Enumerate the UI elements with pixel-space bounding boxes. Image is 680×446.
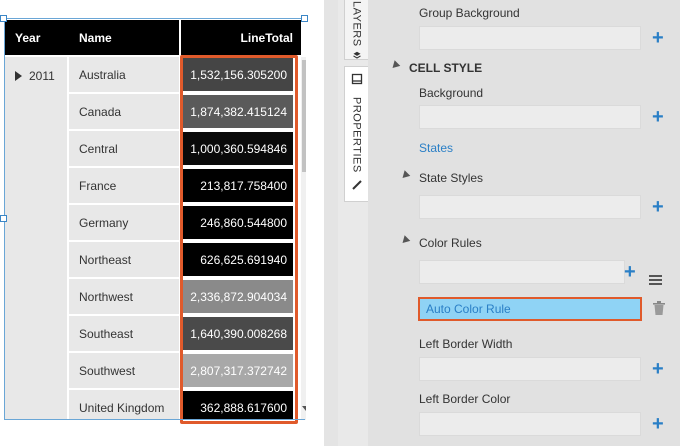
resize-handle-top-right[interactable] — [301, 15, 308, 22]
color-rules-field[interactable] — [419, 260, 625, 284]
resize-handle-left[interactable] — [0, 215, 7, 222]
state-styles-label[interactable]: State Styles — [419, 171, 483, 185]
properties-panel-icon — [351, 73, 362, 85]
left-border-width-field[interactable] — [419, 357, 641, 381]
state-styles-field[interactable] — [419, 195, 641, 219]
header-year[interactable]: Year — [5, 20, 69, 55]
table-row-name[interactable]: United Kingdom — [69, 390, 179, 420]
table-row-name[interactable]: Central — [69, 131, 179, 166]
brush-icon — [351, 180, 362, 190]
tab-properties-label: PROPERTIES — [350, 97, 363, 173]
header-linetotal[interactable]: LineTotal — [181, 20, 301, 55]
layers-icon — [352, 51, 361, 59]
add-group-background-icon[interactable]: + — [652, 28, 664, 48]
left-border-color-label: Left Border Color — [419, 392, 511, 406]
left-border-width-label: Left Border Width — [419, 337, 513, 351]
background-field[interactable] — [419, 105, 641, 129]
collapse-color-rules-icon[interactable] — [399, 235, 411, 246]
add-left-border-width-icon[interactable]: + — [652, 359, 664, 379]
resize-handle-top-left[interactable] — [0, 15, 7, 22]
selection-border-bottom — [4, 419, 305, 420]
table-row-name[interactable]: Southwest — [69, 353, 179, 388]
dashboard-editor: Year Name LineTotal 2011 Australia 1,532,… — [0, 0, 680, 446]
tab-layers-label: LAYERS — [350, 1, 363, 47]
cell-style-section-title[interactable]: CELL STYLE — [409, 61, 482, 75]
menu-icon[interactable] — [649, 275, 662, 287]
add-left-border-color-icon[interactable]: + — [652, 414, 664, 434]
color-rules-label[interactable]: Color Rules — [419, 236, 482, 250]
group-background-label: Group Background — [419, 6, 520, 20]
table-row-name[interactable]: Australia — [69, 57, 179, 92]
highlight-linetotal-column — [180, 55, 298, 424]
collapse-state-styles-icon[interactable] — [399, 170, 411, 181]
add-color-rule-icon[interactable]: + — [624, 262, 636, 282]
auto-color-rule-item[interactable]: Auto Color Rule — [418, 297, 642, 321]
background-label: Background — [419, 86, 484, 100]
year-group[interactable]: 2011 — [15, 69, 55, 83]
year-column: 2011 — [5, 57, 67, 420]
tab-properties[interactable]: PROPERTIES — [344, 66, 368, 202]
year-value: 2011 — [29, 69, 55, 83]
trash-icon[interactable] — [653, 301, 665, 315]
expand-triangle-icon[interactable] — [15, 71, 22, 81]
selection-border-top — [4, 18, 305, 19]
table-row-name[interactable]: Northwest — [69, 279, 179, 314]
table-row-name[interactable]: Southeast — [69, 316, 179, 351]
add-state-style-icon[interactable]: + — [652, 197, 664, 217]
properties-panel: Group Background + CELL STYLE Background… — [368, 0, 680, 446]
add-background-icon[interactable]: + — [652, 107, 664, 127]
group-background-field[interactable] — [419, 26, 641, 50]
scrollbar-thumb[interactable] — [302, 60, 306, 172]
tab-layers[interactable]: LAYERS — [344, 0, 368, 60]
side-tab-strip: LAYERS PROPERTIES — [338, 0, 368, 446]
left-border-color-field[interactable] — [419, 412, 641, 436]
states-link[interactable]: States — [419, 141, 453, 155]
table-row-name[interactable]: Canada — [69, 94, 179, 129]
splitter[interactable] — [324, 0, 338, 446]
table-row-name[interactable]: Germany — [69, 205, 179, 240]
scroll-down-arrow-icon[interactable] — [302, 406, 306, 411]
table-row-name[interactable]: Northeast — [69, 242, 179, 277]
collapse-triangle-icon[interactable] — [389, 60, 401, 71]
canvas-area: Year Name LineTotal 2011 Australia 1,532,… — [0, 0, 338, 446]
header-name[interactable]: Name — [69, 20, 179, 55]
table-row-name[interactable]: France — [69, 168, 179, 203]
